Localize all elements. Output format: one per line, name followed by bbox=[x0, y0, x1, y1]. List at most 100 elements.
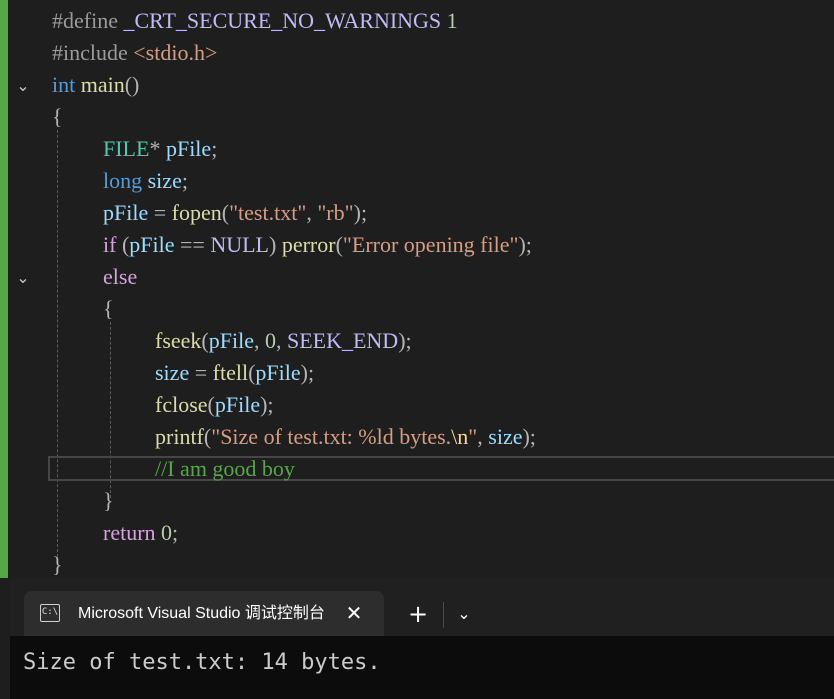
code-token: printf bbox=[155, 424, 204, 449]
code-line-1[interactable]: #define _CRT_SECURE_NO_WARNINGS 1 bbox=[52, 5, 458, 37]
code-token: ); bbox=[300, 360, 315, 385]
code-line-5[interactable]: FILE* pFile; bbox=[103, 133, 217, 165]
change-indicator-bar bbox=[0, 0, 8, 578]
code-token: ; bbox=[211, 136, 218, 161]
code-line-7[interactable]: pFile = fopen("test.txt", "rb"); bbox=[103, 197, 367, 229]
code-line-18[interactable]: } bbox=[52, 549, 63, 578]
terminal-output-line: Size of test.txt: 14 bytes. bbox=[23, 650, 381, 675]
code-line-2[interactable]: #include <stdio.h> bbox=[52, 37, 217, 69]
code-token: ) bbox=[269, 232, 282, 257]
code-token: ftell bbox=[212, 360, 249, 385]
code-token: pFile bbox=[165, 136, 212, 161]
code-token: " bbox=[468, 424, 478, 449]
code-token: "Error opening file" bbox=[342, 232, 519, 257]
code-token: SEEK_END bbox=[286, 328, 399, 353]
console-icon: C:\ bbox=[40, 604, 60, 622]
code-token: ( bbox=[207, 392, 215, 417]
code-line-6[interactable]: long size; bbox=[103, 165, 188, 197]
code-token: perror bbox=[281, 232, 336, 257]
code-line-8[interactable]: if (pFile == NULL) perror("Error opening… bbox=[103, 229, 532, 261]
code-token: "test.txt" bbox=[229, 200, 307, 225]
code-token: , bbox=[253, 328, 265, 353]
code-token: = bbox=[189, 360, 213, 385]
code-token: ); bbox=[522, 424, 536, 449]
code-token: , bbox=[275, 328, 287, 353]
code-token: fseek bbox=[155, 328, 202, 353]
code-line-12[interactable]: size = ftell(pFile); bbox=[155, 357, 314, 389]
code-token: ( bbox=[221, 200, 230, 225]
code-token: size bbox=[155, 360, 190, 385]
code-editor[interactable]: ⌄ ⌄ #define _CRT_SECURE_NO_WARNINGS 1 #i… bbox=[0, 0, 834, 578]
code-token: pFile bbox=[208, 328, 254, 353]
code-token: NULL bbox=[210, 232, 269, 257]
code-token: fclose bbox=[155, 392, 208, 417]
code-token: else bbox=[103, 264, 138, 289]
code-token: pFile bbox=[255, 360, 301, 385]
code-token: ); bbox=[260, 392, 274, 417]
tab-dropdown-chevron-down-icon[interactable]: ⌄ bbox=[452, 600, 476, 628]
code-token: 0 bbox=[161, 520, 173, 545]
code-token: ( bbox=[201, 328, 209, 353]
code-token: 1 bbox=[446, 8, 458, 33]
code-token: , bbox=[306, 200, 318, 225]
new-tab-plus-icon[interactable]: + bbox=[404, 600, 432, 628]
code-token: , bbox=[477, 424, 489, 449]
terminal-tab-title: Microsoft Visual Studio 调试控制台 bbox=[78, 605, 325, 622]
code-line-4[interactable]: { bbox=[52, 101, 63, 133]
code-line-17[interactable]: return 0; bbox=[103, 517, 178, 549]
code-token: () bbox=[124, 72, 140, 97]
code-line-9[interactable]: else bbox=[103, 261, 137, 293]
terminal-tab[interactable]: C:\ Microsoft Visual Studio 调试控制台 ✕ bbox=[24, 591, 384, 636]
code-token: ( bbox=[335, 232, 343, 257]
window-edge bbox=[0, 578, 10, 699]
code-token: "Size of test.txt: %ld bytes. bbox=[211, 424, 452, 449]
code-token: == bbox=[174, 232, 211, 257]
code-token: { bbox=[52, 104, 63, 129]
code-line-11[interactable]: fseek(pFile, 0, SEEK_END); bbox=[155, 325, 412, 357]
code-line-14[interactable]: printf("Size of test.txt: %ld bytes.\n",… bbox=[155, 421, 536, 453]
code-token: ( bbox=[116, 232, 130, 257]
code-line-3[interactable]: int main() bbox=[52, 69, 139, 101]
code-token: long bbox=[103, 168, 143, 193]
code-token: } bbox=[52, 552, 63, 577]
code-token: size bbox=[488, 424, 523, 449]
indent-guide-main bbox=[57, 130, 58, 562]
code-token: <stdio.h> bbox=[133, 40, 218, 65]
code-token: #include bbox=[52, 40, 134, 65]
terminal-tab-bar: C:\ Microsoft Visual Studio 调试控制台 ✕ + ⌄ bbox=[10, 578, 834, 636]
code-token: ); bbox=[353, 200, 368, 225]
code-token: int bbox=[52, 72, 76, 97]
code-token: size bbox=[147, 168, 182, 193]
code-token: ); bbox=[518, 232, 532, 257]
code-token: fopen bbox=[171, 200, 222, 225]
code-token: 0 bbox=[264, 328, 276, 353]
code-token: } bbox=[103, 488, 114, 513]
code-token: = bbox=[148, 200, 172, 225]
code-token: ); bbox=[398, 328, 412, 353]
code-line-16[interactable]: } bbox=[103, 485, 114, 517]
code-token: ; bbox=[172, 520, 179, 545]
code-token: return bbox=[103, 520, 156, 545]
code-token: "rb" bbox=[317, 200, 354, 225]
code-line-10[interactable]: { bbox=[103, 293, 114, 325]
collapse-main-chevron-down-icon[interactable]: ⌄ bbox=[14, 77, 32, 95]
code-token: _CRT_SECURE_NO_WARNINGS bbox=[123, 8, 442, 33]
code-token: FILE bbox=[103, 136, 150, 161]
tab-divider bbox=[443, 602, 444, 628]
code-token: \n bbox=[451, 424, 469, 449]
code-token: #define bbox=[52, 8, 124, 33]
code-token: pFile bbox=[103, 200, 149, 225]
close-tab-icon[interactable]: ✕ bbox=[342, 601, 366, 625]
code-token: pFile bbox=[214, 392, 261, 417]
code-token: main bbox=[80, 72, 125, 97]
terminal-window[interactable]: C:\ Microsoft Visual Studio 调试控制台 ✕ + ⌄ … bbox=[10, 578, 834, 699]
code-line-13[interactable]: fclose(pFile); bbox=[155, 389, 274, 421]
code-token: * bbox=[149, 136, 166, 161]
code-line-15[interactable]: //I am good boy bbox=[155, 453, 295, 485]
code-token: { bbox=[103, 296, 114, 321]
code-token: if bbox=[103, 232, 117, 257]
code-token: pFile bbox=[129, 232, 175, 257]
code-token: ; bbox=[181, 168, 188, 193]
collapse-else-chevron-down-icon[interactable]: ⌄ bbox=[14, 269, 32, 287]
code-token: //I am good boy bbox=[155, 456, 295, 481]
